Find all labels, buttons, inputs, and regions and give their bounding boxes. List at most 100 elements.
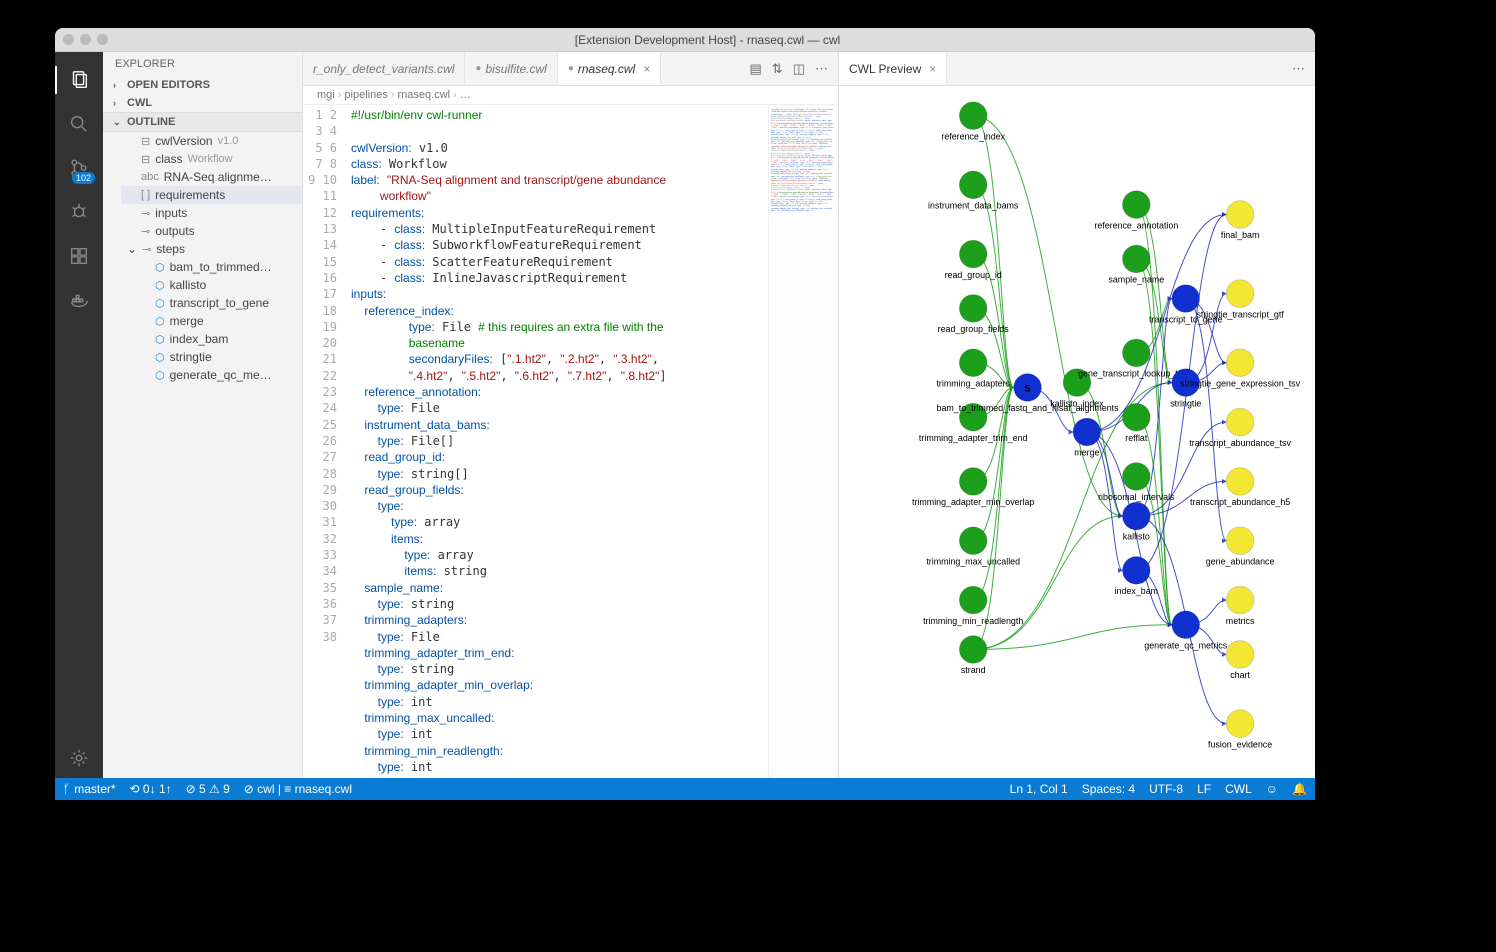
outline-step[interactable]: ⬡transcript_to_gene [135, 294, 302, 312]
outline-item[interactable]: ⊟cwlVersionv1.0 [121, 132, 302, 150]
code-area[interactable]: #!/usr/bin/env cwl-runner cwlVersion: v1… [347, 105, 768, 778]
breadcrumb[interactable]: mgi›pipelines›rnaseq.cwl›… [303, 86, 838, 105]
graph-node[interactable]: trimming_adapter_min_overlap [912, 468, 1034, 508]
tab-rnaseq-cwl[interactable]: ●rnaseq.cwl× [558, 52, 661, 85]
svg-text:transcript_abundance_h5: transcript_abundance_h5 [1190, 497, 1290, 507]
scm-badge: 102 [72, 172, 95, 184]
graph-node[interactable]: index_bam [1115, 557, 1158, 597]
graph-node[interactable]: metrics [1226, 586, 1255, 626]
graph-node[interactable]: reference_index [941, 102, 1005, 142]
svg-text:strand: strand [961, 665, 986, 675]
graph-node[interactable]: trimming_adapters [936, 349, 1010, 389]
svg-text:reference_annotation: reference_annotation [1094, 220, 1178, 230]
graph-node[interactable]: reference_annotation [1094, 191, 1178, 231]
svg-text:stringtie_gene_expression_tsv: stringtie_gene_expression_tsv [1180, 379, 1300, 389]
outline-step[interactable]: ⬡bam_to_trimmed… [135, 258, 302, 276]
graph-node[interactable]: chart [1226, 641, 1254, 681]
more-action-icon[interactable]: ⋯ [1292, 61, 1305, 77]
graph-node[interactable]: stringtie_gene_expression_tsv [1180, 349, 1300, 389]
graph-node[interactable]: trimming_max_uncalled [926, 527, 1020, 567]
tab-bisulfite-cwl[interactable]: ●bisulfite.cwl [465, 52, 557, 85]
close-icon[interactable]: × [929, 62, 936, 76]
preview-pane: CWL Preview × ⋯ reference_index instrumen… [839, 52, 1315, 778]
outline-item[interactable]: ⊸outputs [121, 222, 302, 240]
graph-node[interactable]: gene_abundance [1206, 527, 1275, 567]
svg-text:bam_to_trimmed_fastq_and_hisat: bam_to_trimmed_fastq_and_hisat_alignment… [937, 403, 1120, 413]
outline-step[interactable]: ⬡kallisto [135, 276, 302, 294]
window-title: [Extension Development Host] - rnaseq.cw… [108, 33, 1307, 47]
cwl-section[interactable]: ›CWL [103, 94, 302, 112]
titlebar: [Extension Development Host] - rnaseq.cw… [55, 28, 1315, 52]
editor-pane: r_only_detect_variants.cwl●bisulfite.cwl… [303, 52, 839, 778]
tab-cwl-preview[interactable]: CWL Preview × [839, 52, 947, 85]
status-encoding[interactable]: UTF-8 [1149, 782, 1183, 796]
status-bar: ᚶ master* ⟲ 0↓ 1↑ ⊘ 5 ⚠ 9 ⊘ cwl | ≡ rnas… [55, 778, 1315, 800]
graph-node[interactable]: trimming_min_readlength [923, 586, 1023, 626]
status-position[interactable]: Ln 1, Col 1 [1010, 782, 1068, 796]
graph-node[interactable]: strand [959, 636, 987, 676]
svg-text:stringtie_transcript_gtf: stringtie_transcript_gtf [1196, 309, 1284, 319]
graph-node[interactable]: transcript_abundance_tsv [1189, 408, 1291, 448]
outline-section[interactable]: ⌄OUTLINE [103, 112, 302, 132]
status-branch[interactable]: ᚶ master* [63, 782, 116, 796]
more-action-icon[interactable]: ⋯ [815, 61, 828, 77]
svg-text:sample_name: sample_name [1108, 275, 1164, 285]
outline-step[interactable]: ⬡stringtie [135, 348, 302, 366]
graph-node[interactable]: generate_qc_metrics [1144, 611, 1227, 651]
graph-node[interactable]: ribosomal_intervals [1098, 463, 1175, 503]
outline-item[interactable]: ⊸inputs [121, 204, 302, 222]
traffic-lights[interactable] [63, 34, 108, 45]
svg-text:instrument_data_bams: instrument_data_bams [928, 201, 1019, 211]
graph-node[interactable]: stringtie_transcript_gtf [1196, 280, 1284, 320]
extensions-icon[interactable] [55, 236, 103, 276]
outline-item[interactable]: [ ]requirements [121, 186, 302, 204]
outline-item[interactable]: abcRNA-Seq alignme… [121, 168, 302, 186]
graph-node[interactable]: fusion_evidence [1208, 710, 1272, 750]
status-spaces[interactable]: Spaces: 4 [1082, 782, 1135, 796]
outline-step[interactable]: ⬡index_bam [135, 330, 302, 348]
svg-text:chart: chart [1230, 670, 1250, 680]
diff-action-icon[interactable]: ⇅ [772, 61, 783, 77]
minimap[interactable]: #!/usr/bin/env cwl-runner cwlVersion: v1… [768, 105, 838, 778]
status-feedback-icon[interactable]: ☺ [1266, 782, 1278, 796]
explorer-icon[interactable] [55, 60, 103, 100]
graph-node[interactable]: transcript_abundance_h5 [1190, 468, 1290, 508]
tab-r_only_detect_variants-cwl[interactable]: r_only_detect_variants.cwl [303, 52, 465, 85]
graph-node[interactable]: final_bam [1221, 201, 1259, 241]
close-icon[interactable]: × [643, 62, 650, 76]
graph-node[interactable]: read_group_fields [938, 295, 1010, 335]
search-icon[interactable] [55, 104, 103, 144]
svg-text:gene_abundance: gene_abundance [1206, 556, 1275, 566]
debug-icon[interactable] [55, 192, 103, 232]
status-mode[interactable]: CWL [1225, 782, 1252, 796]
graph-node[interactable]: instrument_data_bams [928, 171, 1019, 211]
status-eol[interactable]: LF [1197, 782, 1211, 796]
outline-item[interactable]: ⊟classWorkflow [121, 150, 302, 168]
outline-item[interactable]: ⌄⊸steps [121, 240, 302, 258]
status-problems[interactable]: ⊘ 5 ⚠ 9 [186, 782, 230, 796]
scm-icon[interactable]: 102 [55, 148, 103, 188]
settings-icon[interactable] [55, 738, 103, 778]
status-lang[interactable]: ⊘ cwl | ≡ rnaseq.cwl [244, 782, 352, 796]
graph-area[interactable]: reference_index instrument_data_bams read_… [839, 86, 1315, 778]
graph-node[interactable]: merge [1073, 418, 1101, 458]
status-bell-icon[interactable]: 🔔 [1292, 782, 1307, 796]
svg-text:ribosomal_intervals: ribosomal_intervals [1098, 492, 1175, 502]
outline-step[interactable]: ⬡generate_qc_me… [135, 366, 302, 384]
svg-text:read_group_id: read_group_id [945, 270, 1002, 280]
outline-tree: ⊟cwlVersionv1.0⊟classWorkflowabcRNA-Seq … [103, 132, 302, 384]
svg-text:S: S [1025, 383, 1031, 393]
open-editors-section[interactable]: ›OPEN EDITORS [103, 76, 302, 94]
preview-action-icon[interactable]: ▤ [750, 61, 762, 77]
split-action-icon[interactable]: ◫ [793, 61, 805, 77]
docker-icon[interactable] [55, 280, 103, 320]
status-sync[interactable]: ⟲ 0↓ 1↑ [130, 782, 172, 796]
outline-step[interactable]: ⬡merge [135, 312, 302, 330]
activity-bar: 102 [55, 52, 103, 778]
line-gutter: 1 2 3 4 5 6 7 8 9 10 11 12 13 14 15 16 1… [303, 105, 347, 778]
graph-node[interactable]: read_group_id [945, 240, 1002, 280]
svg-text:trimming_max_uncalled: trimming_max_uncalled [926, 556, 1020, 566]
sidebar-title: EXPLORER [103, 52, 302, 76]
graph-node[interactable]: refflat [1122, 403, 1150, 443]
graph-node[interactable]: kallisto [1122, 502, 1150, 542]
